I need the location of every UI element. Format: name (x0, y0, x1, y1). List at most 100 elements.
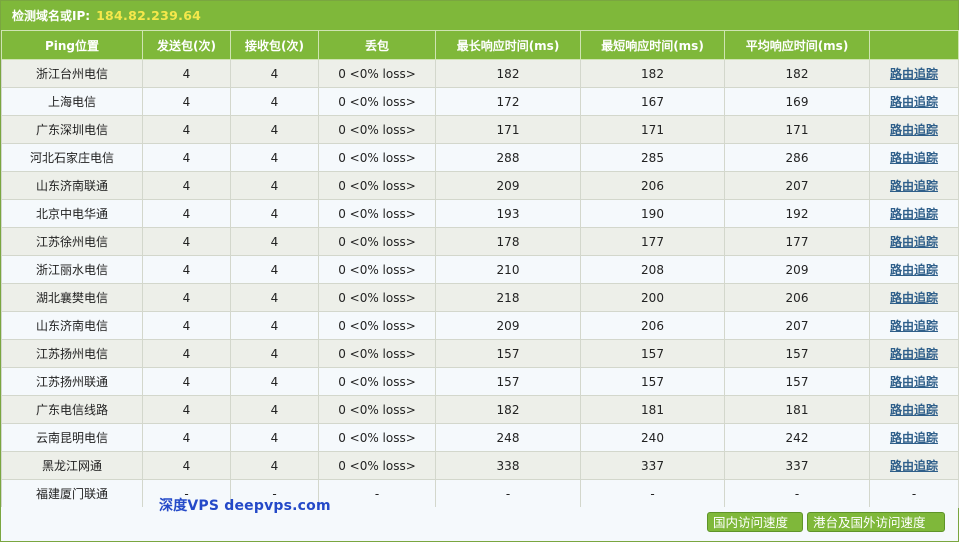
route-trace-link[interactable]: 路由追踪 (869, 143, 959, 172)
cell-location: 福建厦门联通 (1, 479, 143, 508)
cell-avg-time: 157 (724, 367, 870, 396)
cell-location: 广东深圳电信 (1, 115, 143, 144)
cell-min-time: 206 (580, 171, 725, 200)
table-row: 浙江丽水电信 4 4 0 <0% loss> 210 208 209 路由追踪 (1, 255, 959, 284)
cell-loss: 0 <0% loss> (318, 227, 436, 256)
cell-received: 4 (230, 87, 319, 116)
table-row: 浙江台州电信 4 4 0 <0% loss> 182 182 182 路由追踪 (1, 59, 959, 88)
cell-location: 黑龙江网通 (1, 451, 143, 480)
cell-avg-time: - (724, 479, 870, 508)
cell-loss: - (318, 479, 436, 508)
cell-location: 广东电信线路 (1, 395, 143, 424)
cell-avg-time: 337 (724, 451, 870, 480)
ping-results-table: Ping位置 发送包(次) 接收包(次) 丢包 最长响应时间(ms) 最短响应时… (1, 30, 959, 508)
cell-loss: 0 <0% loss> (318, 171, 436, 200)
col-received: 接收包(次) (230, 30, 319, 60)
table-row: 河北石家庄电信 4 4 0 <0% loss> 288 285 286 路由追踪 (1, 143, 959, 172)
cell-min-time: 200 (580, 283, 725, 312)
cell-received: 4 (230, 255, 319, 284)
cell-min-time: 285 (580, 143, 725, 172)
table-row: 湖北襄樊电信 4 4 0 <0% loss> 218 200 206 路由追踪 (1, 283, 959, 312)
cell-avg-time: 169 (724, 87, 870, 116)
route-trace-link[interactable]: 路由追踪 (869, 59, 959, 88)
table-row: 黑龙江网通 4 4 0 <0% loss> 338 337 337 路由追踪 (1, 451, 959, 480)
cell-sent: 4 (142, 171, 231, 200)
route-trace-link[interactable]: 路由追踪 (869, 283, 959, 312)
cell-min-time: 157 (580, 367, 725, 396)
route-trace-link[interactable]: 路由追踪 (869, 423, 959, 452)
cell-max-time: 248 (435, 423, 581, 452)
cell-avg-time: 171 (724, 115, 870, 144)
table-row: 江苏扬州联通 4 4 0 <0% loss> 157 157 157 路由追踪 (1, 367, 959, 396)
cell-min-time: 190 (580, 199, 725, 228)
col-sent: 发送包(次) (142, 30, 231, 60)
cell-sent: 4 (142, 115, 231, 144)
cell-loss: 0 <0% loss> (318, 255, 436, 284)
cell-sent: 4 (142, 395, 231, 424)
route-trace-link[interactable]: 路由追踪 (869, 255, 959, 284)
cell-avg-time: 192 (724, 199, 870, 228)
cell-max-time: - (435, 479, 581, 508)
overseas-speed-button[interactable]: 港台及国外访问速度 (807, 512, 945, 532)
route-trace-link[interactable]: 路由追踪 (869, 115, 959, 144)
col-min-time: 最短响应时间(ms) (580, 30, 725, 60)
cell-sent: 4 (142, 227, 231, 256)
cell-received: 4 (230, 227, 319, 256)
route-trace-link[interactable]: 路由追踪 (869, 311, 959, 340)
route-trace-link[interactable]: 路由追踪 (869, 227, 959, 256)
cell-loss: 0 <0% loss> (318, 143, 436, 172)
table-row: 北京中电华通 4 4 0 <0% loss> 193 190 192 路由追踪 (1, 199, 959, 228)
cell-avg-time: 157 (724, 339, 870, 368)
cell-sent: 4 (142, 367, 231, 396)
cell-min-time: 171 (580, 115, 725, 144)
ping-results-panel: 检测域名或IP: 184.82.239.64 Ping位置 发送包(次) 接收包… (0, 0, 959, 542)
cell-sent: 4 (142, 283, 231, 312)
cell-avg-time: 177 (724, 227, 870, 256)
cell-min-time: 181 (580, 395, 725, 424)
cell-location: 云南昆明电信 (1, 423, 143, 452)
cell-sent: 4 (142, 59, 231, 88)
title-label: 检测域名或IP: (12, 9, 91, 23)
cell-location: 浙江台州电信 (1, 59, 143, 88)
table-row: 广东深圳电信 4 4 0 <0% loss> 171 171 171 路由追踪 (1, 115, 959, 144)
cell-loss: 0 <0% loss> (318, 395, 436, 424)
cell-sent: 4 (142, 423, 231, 452)
cell-location: 江苏扬州电信 (1, 339, 143, 368)
cell-avg-time: 286 (724, 143, 870, 172)
cell-max-time: 182 (435, 395, 581, 424)
title-bar: 检测域名或IP: 184.82.239.64 (1, 1, 958, 30)
cell-sent: 4 (142, 255, 231, 284)
route-trace-link[interactable]: 路由追踪 (869, 87, 959, 116)
route-trace-link[interactable]: 路由追踪 (869, 367, 959, 396)
cell-loss: 0 <0% loss> (318, 451, 436, 480)
cell-received: 4 (230, 283, 319, 312)
cell-received: 4 (230, 395, 319, 424)
route-trace-link[interactable]: 路由追踪 (869, 171, 959, 200)
cell-location: 浙江丽水电信 (1, 255, 143, 284)
cell-avg-time: 242 (724, 423, 870, 452)
col-avg-time: 平均响应时间(ms) (724, 30, 870, 60)
cell-received: 4 (230, 59, 319, 88)
cell-min-time: - (580, 479, 725, 508)
cell-received: 4 (230, 339, 319, 368)
route-trace-link[interactable]: 路由追踪 (869, 451, 959, 480)
cell-sent: 4 (142, 199, 231, 228)
cell-loss: 0 <0% loss> (318, 199, 436, 228)
cell-min-time: 167 (580, 87, 725, 116)
cell-location: 河北石家庄电信 (1, 143, 143, 172)
table-row: 山东济南电信 4 4 0 <0% loss> 209 206 207 路由追踪 (1, 311, 959, 340)
route-trace-link[interactable]: 路由追踪 (869, 339, 959, 368)
route-trace-link[interactable]: 路由追踪 (869, 395, 959, 424)
table-row: 云南昆明电信 4 4 0 <0% loss> 248 240 242 路由追踪 (1, 423, 959, 452)
col-loss: 丢包 (318, 30, 436, 60)
cell-loss: 0 <0% loss> (318, 311, 436, 340)
table-row: 广东电信线路 4 4 0 <0% loss> 182 181 181 路由追踪 (1, 395, 959, 424)
route-trace-link[interactable]: 路由追踪 (869, 199, 959, 228)
cell-max-time: 209 (435, 171, 581, 200)
col-trace (869, 30, 959, 60)
cell-min-time: 177 (580, 227, 725, 256)
domestic-speed-button[interactable]: 国内访问速度 (707, 512, 803, 532)
cell-max-time: 182 (435, 59, 581, 88)
cell-min-time: 157 (580, 339, 725, 368)
cell-location: 江苏扬州联通 (1, 367, 143, 396)
